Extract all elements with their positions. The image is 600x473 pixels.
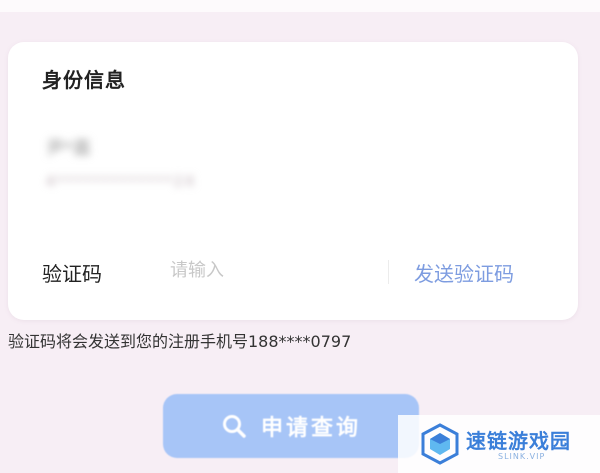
send-code-button[interactable]: 发送验证码 xyxy=(414,258,514,287)
watermark-subtext: SLINK.VIP xyxy=(498,452,546,461)
watermark-text: 速链游戏园 xyxy=(466,429,571,453)
sms-hint: 验证码将会发送到您的注册手机号188****0797 xyxy=(8,332,352,351)
search-icon xyxy=(222,415,246,438)
apply-query-label: 申请查询 xyxy=(260,416,361,441)
verify-code-input[interactable] xyxy=(170,256,370,284)
verify-code-label: 验证码 xyxy=(42,262,102,286)
card-title: 身份信息 xyxy=(42,68,126,92)
identity-card: 身份信息 尹*嘉 4*************2X 验证码 发送验证码 xyxy=(8,42,578,320)
apply-query-button[interactable]: 申请查询 xyxy=(163,394,419,458)
masked-id-number: 4*************2X xyxy=(46,174,197,190)
top-strip xyxy=(0,0,600,12)
watermark: 速链游戏园 SLINK.VIP xyxy=(398,415,600,473)
logo-icon xyxy=(421,423,459,465)
masked-name: 尹*嘉 xyxy=(46,138,91,159)
divider xyxy=(388,260,389,284)
verify-code-row: 验证码 发送验证码 xyxy=(8,252,578,288)
